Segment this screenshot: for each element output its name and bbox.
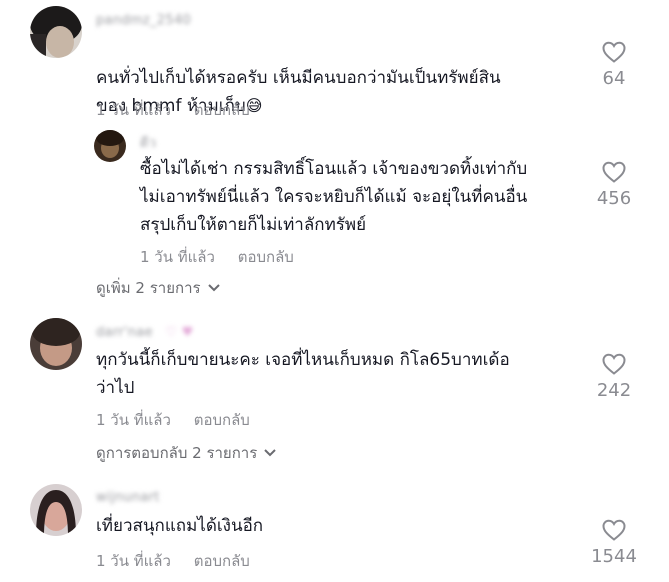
heart-icon[interactable] <box>601 40 627 64</box>
comment-username-text: darr'nae <box>96 325 153 340</box>
like-count: 242 <box>596 380 632 401</box>
chevron-down-icon <box>207 284 220 292</box>
reply-button[interactable]: ตอบกลับ <box>194 552 250 570</box>
comment-time: 1 วัน ที่แล้ว <box>96 411 171 429</box>
comment-time: 1 วัน ที่แล้ว <box>96 101 171 119</box>
comment-username[interactable]: pandmz_2540 <box>96 13 191 28</box>
like-count: 456 <box>596 188 632 209</box>
reply-button[interactable]: ตอบกลับ <box>194 411 250 429</box>
avatar[interactable] <box>94 130 126 162</box>
view-replies-label: ดูการตอบกลับ 2 รายการ <box>96 444 258 462</box>
like-control[interactable]: 64 <box>584 40 644 89</box>
chevron-down-icon <box>264 449 276 457</box>
comment-time: 1 วัน ที่แล้ว <box>96 552 171 570</box>
reply-button[interactable]: ตอบกลับ <box>238 248 294 266</box>
view-more-label: ดูเพิ่ม 2 รายการ <box>96 279 201 297</box>
avatar[interactable] <box>30 6 82 58</box>
reply-button[interactable]: ตอบกลับ <box>194 101 250 119</box>
heart-decoration-icon: ♡ ♥ <box>165 325 194 340</box>
comment-text: ซื้อไม่ได้เช่า กรรมสิทธิ์โอนแล้ว เจ้าของ… <box>140 159 528 235</box>
like-count: 64 <box>602 68 626 89</box>
comment-text: ทุกวันนี้ก็เก็บขายนะคะ เจอที่ไหนเก็บหมด … <box>96 350 510 398</box>
comment-username[interactable]: wijnunart <box>96 490 160 505</box>
comment-username[interactable]: ดีว <box>140 132 156 153</box>
heart-icon[interactable] <box>601 160 627 184</box>
comment-meta: 1 วัน ที่แล้ว ตอบกลับ <box>140 245 294 269</box>
like-count: 1544 <box>591 546 637 567</box>
like-control[interactable]: 242 <box>584 352 644 401</box>
comment-username[interactable]: darr'nae ♡ ♥ <box>96 325 194 340</box>
view-more-replies[interactable]: ดูเพิ่ม 2 รายการ <box>96 276 221 300</box>
comment-meta: 1 วัน ที่แล้ว ตอบกลับ <box>96 408 250 432</box>
heart-icon[interactable] <box>601 518 627 542</box>
comment-meta: 1 วัน ที่แล้ว ตอบกลับ <box>96 549 250 573</box>
comment-text: เที่ยวสนุกแถมได้เงินอีก <box>96 516 264 536</box>
comment-meta: 1 วัน ที่แล้ว ตอบกลับ <box>96 98 250 122</box>
view-replies[interactable]: ดูการตอบกลับ 2 รายการ <box>96 441 277 465</box>
heart-icon[interactable] <box>601 352 627 376</box>
comment-time: 1 วัน ที่แล้ว <box>140 248 215 266</box>
avatar[interactable] <box>30 318 82 370</box>
like-control[interactable]: 456 <box>584 160 644 209</box>
like-control[interactable]: 1544 <box>584 518 644 567</box>
avatar[interactable] <box>30 484 82 536</box>
